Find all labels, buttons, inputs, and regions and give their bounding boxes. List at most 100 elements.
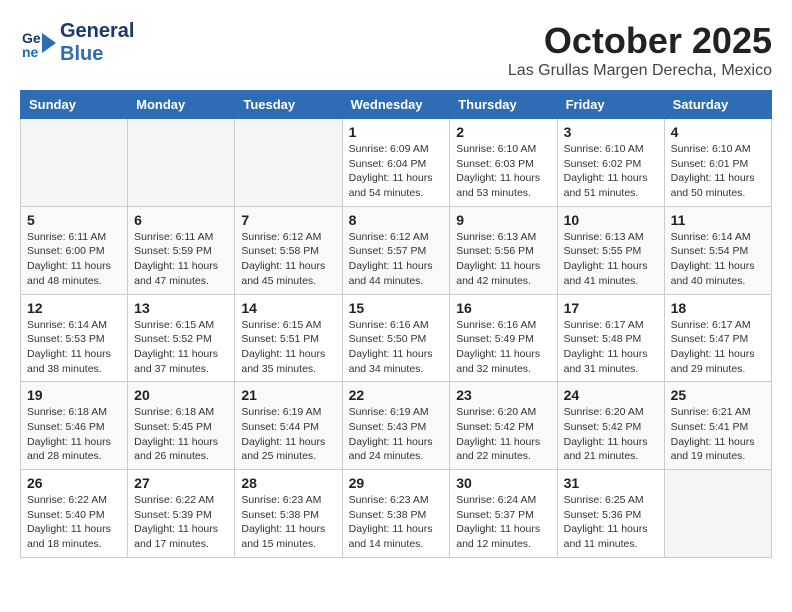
day-number: 11 xyxy=(671,212,765,228)
day-info: Sunrise: 6:13 AM Sunset: 5:56 PM Dayligh… xyxy=(456,230,550,289)
day-info: Sunrise: 6:14 AM Sunset: 5:53 PM Dayligh… xyxy=(27,318,121,377)
day-info: Sunrise: 6:17 AM Sunset: 5:48 PM Dayligh… xyxy=(564,318,658,377)
weekday-header-cell: Wednesday xyxy=(342,91,450,119)
day-number: 30 xyxy=(456,475,550,491)
calendar-cell: 14 Sunrise: 6:15 AM Sunset: 5:51 PM Dayli… xyxy=(235,294,342,382)
day-number: 6 xyxy=(134,212,228,228)
day-info: Sunrise: 6:12 AM Sunset: 5:58 PM Dayligh… xyxy=(241,230,335,289)
day-number: 2 xyxy=(456,124,550,140)
calendar-cell: 17 Sunrise: 6:17 AM Sunset: 5:48 PM Dayli… xyxy=(557,294,664,382)
title-area: October 2025 Las Grullas Margen Derecha,… xyxy=(508,20,772,80)
calendar-week-row: 26 Sunrise: 6:22 AM Sunset: 5:40 PM Dayli… xyxy=(21,470,772,558)
logo-line2: Blue xyxy=(60,43,103,66)
weekday-header-cell: Saturday xyxy=(664,91,771,119)
day-number: 29 xyxy=(349,475,444,491)
day-number: 10 xyxy=(564,212,658,228)
day-info: Sunrise: 6:22 AM Sunset: 5:40 PM Dayligh… xyxy=(27,493,121,552)
day-info: Sunrise: 6:14 AM Sunset: 5:54 PM Dayligh… xyxy=(671,230,765,289)
day-number: 24 xyxy=(564,387,658,403)
header: Ge ne General Blue October 2025 Las Grul… xyxy=(20,20,772,80)
day-info: Sunrise: 6:20 AM Sunset: 5:42 PM Dayligh… xyxy=(456,405,550,464)
day-number: 23 xyxy=(456,387,550,403)
calendar-cell: 11 Sunrise: 6:14 AM Sunset: 5:54 PM Dayli… xyxy=(664,206,771,294)
calendar-cell: 30 Sunrise: 6:24 AM Sunset: 5:37 PM Dayli… xyxy=(450,470,557,558)
calendar-body: 1Sunrise: 6:09 AM Sunset: 6:04 PM Daylig… xyxy=(21,119,772,558)
day-number: 5 xyxy=(27,212,121,228)
weekday-header-cell: Monday xyxy=(128,91,235,119)
calendar-cell xyxy=(21,119,128,207)
calendar-cell: 10 Sunrise: 6:13 AM Sunset: 5:55 PM Dayli… xyxy=(557,206,664,294)
day-info: Sunrise: 6:23 AM Sunset: 5:38 PM Dayligh… xyxy=(241,493,335,552)
day-info: Sunrise: 6:10 AM Sunset: 6:02 PM Dayligh… xyxy=(564,142,658,201)
calendar-cell: 31Sunrise: 6:25 AM Sunset: 5:36 PM Dayli… xyxy=(557,470,664,558)
calendar-cell: 27 Sunrise: 6:22 AM Sunset: 5:39 PM Dayli… xyxy=(128,470,235,558)
day-number: 27 xyxy=(134,475,228,491)
calendar-cell: 6 Sunrise: 6:11 AM Sunset: 5:59 PM Daylig… xyxy=(128,206,235,294)
day-info: Sunrise: 6:23 AM Sunset: 5:38 PM Dayligh… xyxy=(349,493,444,552)
day-number: 12 xyxy=(27,300,121,316)
day-number: 4 xyxy=(671,124,765,140)
day-info: Sunrise: 6:11 AM Sunset: 5:59 PM Dayligh… xyxy=(134,230,228,289)
calendar-week-row: 1Sunrise: 6:09 AM Sunset: 6:04 PM Daylig… xyxy=(21,119,772,207)
calendar-cell: 5 Sunrise: 6:11 AM Sunset: 6:00 PM Daylig… xyxy=(21,206,128,294)
calendar-cell: 24Sunrise: 6:20 AM Sunset: 5:42 PM Dayli… xyxy=(557,382,664,470)
logo-text: General Blue xyxy=(60,20,134,66)
calendar-cell: 7 Sunrise: 6:12 AM Sunset: 5:58 PM Daylig… xyxy=(235,206,342,294)
svg-text:ne: ne xyxy=(22,44,39,60)
weekday-header-cell: Tuesday xyxy=(235,91,342,119)
calendar-week-row: 12 Sunrise: 6:14 AM Sunset: 5:53 PM Dayli… xyxy=(21,294,772,382)
calendar-cell: 26 Sunrise: 6:22 AM Sunset: 5:40 PM Dayli… xyxy=(21,470,128,558)
calendar-cell: 1Sunrise: 6:09 AM Sunset: 6:04 PM Daylig… xyxy=(342,119,450,207)
day-info: Sunrise: 6:13 AM Sunset: 5:55 PM Dayligh… xyxy=(564,230,658,289)
day-number: 18 xyxy=(671,300,765,316)
day-info: Sunrise: 6:17 AM Sunset: 5:47 PM Dayligh… xyxy=(671,318,765,377)
logo: Ge ne General Blue xyxy=(20,20,134,66)
calendar-cell: 3 Sunrise: 6:10 AM Sunset: 6:02 PM Daylig… xyxy=(557,119,664,207)
calendar-cell: 19Sunrise: 6:18 AM Sunset: 5:46 PM Dayli… xyxy=(21,382,128,470)
calendar-cell: 4 Sunrise: 6:10 AM Sunset: 6:01 PM Daylig… xyxy=(664,119,771,207)
calendar-cell: 29 Sunrise: 6:23 AM Sunset: 5:38 PM Dayli… xyxy=(342,470,450,558)
calendar-cell: 16 Sunrise: 6:16 AM Sunset: 5:49 PM Dayli… xyxy=(450,294,557,382)
calendar-cell: 2 Sunrise: 6:10 AM Sunset: 6:03 PM Daylig… xyxy=(450,119,557,207)
day-info: Sunrise: 6:15 AM Sunset: 5:51 PM Dayligh… xyxy=(241,318,335,377)
day-number: 28 xyxy=(241,475,335,491)
day-info: Sunrise: 6:18 AM Sunset: 5:46 PM Dayligh… xyxy=(27,405,121,464)
weekday-header-cell: Thursday xyxy=(450,91,557,119)
day-info: Sunrise: 6:18 AM Sunset: 5:45 PM Dayligh… xyxy=(134,405,228,464)
day-info: Sunrise: 6:15 AM Sunset: 5:52 PM Dayligh… xyxy=(134,318,228,377)
weekday-header: SundayMondayTuesdayWednesdayThursdayFrid… xyxy=(21,91,772,119)
day-number: 3 xyxy=(564,124,658,140)
calendar-cell: 12 Sunrise: 6:14 AM Sunset: 5:53 PM Dayli… xyxy=(21,294,128,382)
calendar-cell: 20Sunrise: 6:18 AM Sunset: 5:45 PM Dayli… xyxy=(128,382,235,470)
weekday-header-cell: Sunday xyxy=(21,91,128,119)
day-number: 15 xyxy=(349,300,444,316)
calendar-week-row: 19Sunrise: 6:18 AM Sunset: 5:46 PM Dayli… xyxy=(21,382,772,470)
calendar-cell: 28 Sunrise: 6:23 AM Sunset: 5:38 PM Dayli… xyxy=(235,470,342,558)
day-info: Sunrise: 6:22 AM Sunset: 5:39 PM Dayligh… xyxy=(134,493,228,552)
calendar-cell: 9Sunrise: 6:13 AM Sunset: 5:56 PM Daylig… xyxy=(450,206,557,294)
month-title: October 2025 xyxy=(508,20,772,62)
logo-icon: Ge ne xyxy=(20,25,56,61)
calendar-cell: 22Sunrise: 6:19 AM Sunset: 5:43 PM Dayli… xyxy=(342,382,450,470)
day-number: 26 xyxy=(27,475,121,491)
calendar-cell: 18 Sunrise: 6:17 AM Sunset: 5:47 PM Dayli… xyxy=(664,294,771,382)
day-info: Sunrise: 6:11 AM Sunset: 6:00 PM Dayligh… xyxy=(27,230,121,289)
day-info: Sunrise: 6:21 AM Sunset: 5:41 PM Dayligh… xyxy=(671,405,765,464)
logo-line1: General xyxy=(60,20,134,43)
day-info: Sunrise: 6:16 AM Sunset: 5:49 PM Dayligh… xyxy=(456,318,550,377)
calendar: SundayMondayTuesdayWednesdayThursdayFrid… xyxy=(20,90,772,558)
day-info: Sunrise: 6:19 AM Sunset: 5:44 PM Dayligh… xyxy=(241,405,335,464)
day-number: 16 xyxy=(456,300,550,316)
day-number: 25 xyxy=(671,387,765,403)
day-info: Sunrise: 6:10 AM Sunset: 6:01 PM Dayligh… xyxy=(671,142,765,201)
day-number: 7 xyxy=(241,212,335,228)
day-info: Sunrise: 6:24 AM Sunset: 5:37 PM Dayligh… xyxy=(456,493,550,552)
day-info: Sunrise: 6:10 AM Sunset: 6:03 PM Dayligh… xyxy=(456,142,550,201)
day-number: 8 xyxy=(349,212,444,228)
day-info: Sunrise: 6:12 AM Sunset: 5:57 PM Dayligh… xyxy=(349,230,444,289)
calendar-cell xyxy=(128,119,235,207)
day-number: 1 xyxy=(349,124,444,140)
location-title: Las Grullas Margen Derecha, Mexico xyxy=(508,62,772,80)
day-number: 17 xyxy=(564,300,658,316)
day-number: 14 xyxy=(241,300,335,316)
